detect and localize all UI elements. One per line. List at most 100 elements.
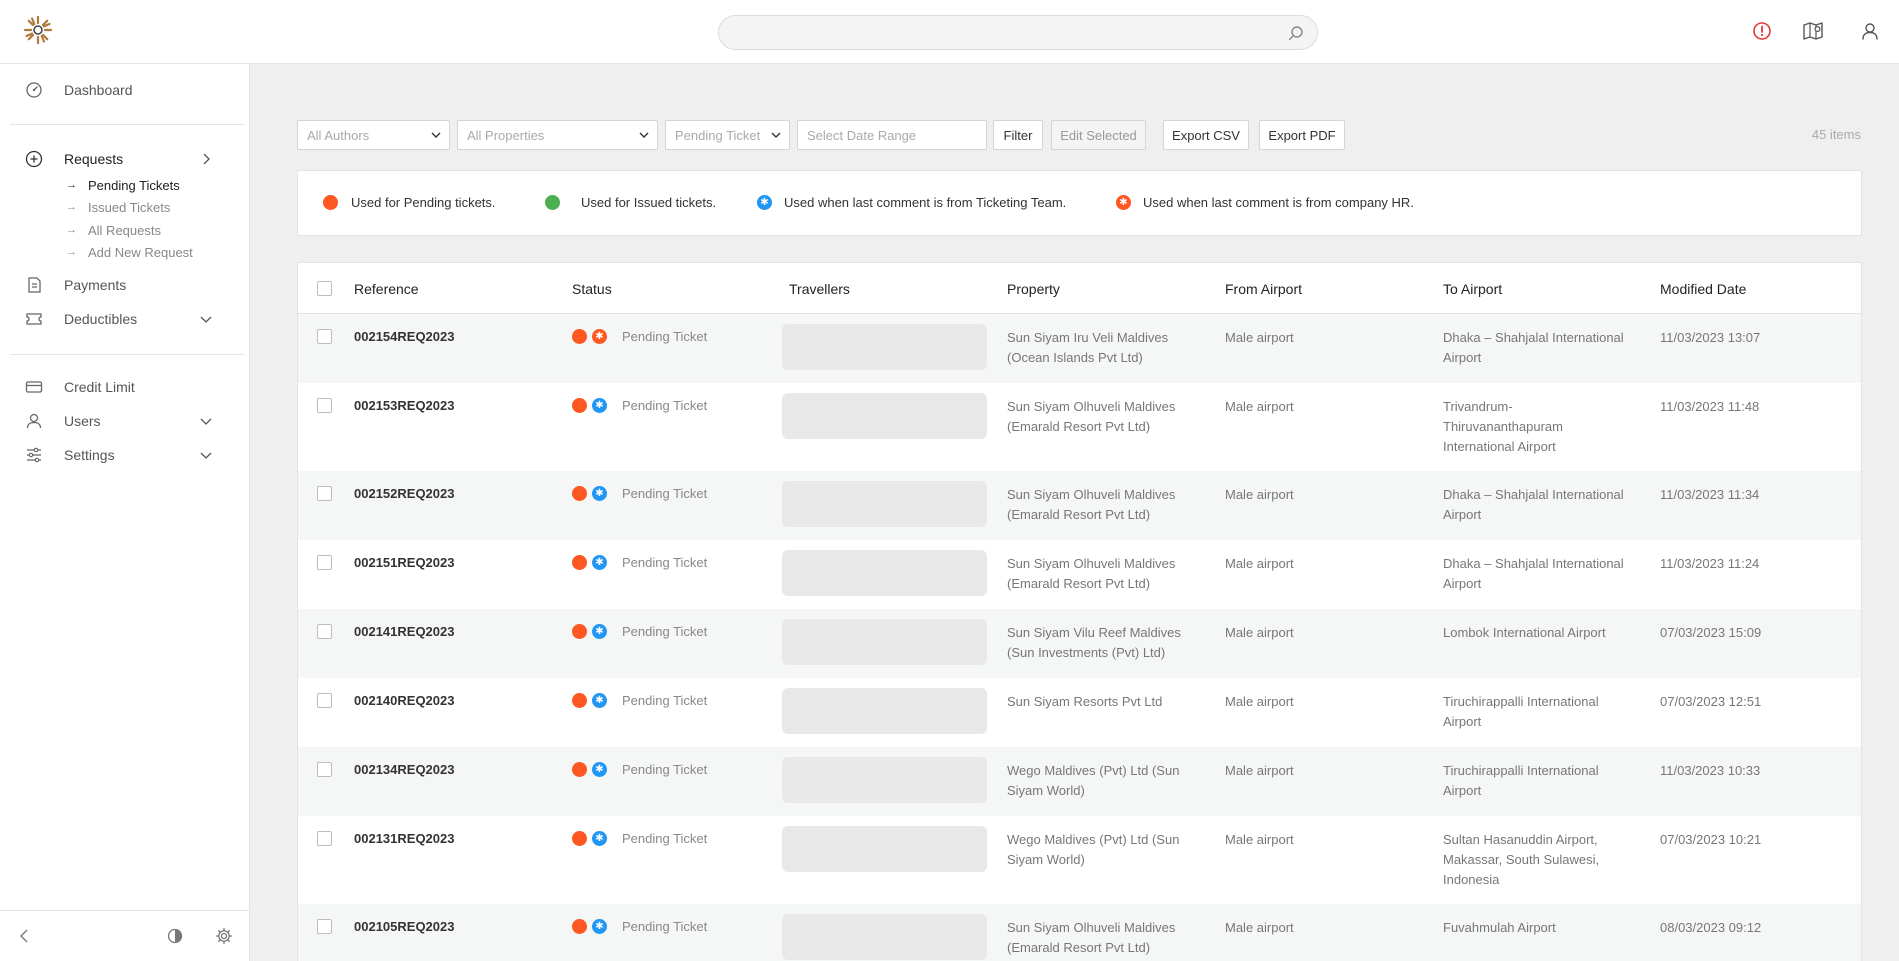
travellers-placeholder — [782, 757, 987, 803]
to-airport-cell: Tiruchirappalli International Airport — [1443, 694, 1599, 729]
collapse-sidebar-icon[interactable] — [16, 927, 34, 945]
from-airport-cell: Male airport — [1225, 920, 1294, 935]
table-row[interactable]: 002154REQ2023 ✱ Pending Ticket Sun Siyam Ir… — [298, 314, 1861, 383]
search-icon[interactable] — [1287, 24, 1305, 42]
sidebar-item-requests[interactable]: Requests — [0, 144, 250, 174]
sidebar-item-settings[interactable]: Settings — [0, 440, 250, 470]
row-checkbox[interactable] — [317, 624, 332, 639]
table-row[interactable]: 002131REQ2023 ✱ Pending Ticket Wego Maldive… — [298, 816, 1861, 904]
date-range-input[interactable]: Select Date Range — [797, 120, 987, 150]
map-icon[interactable] — [1802, 20, 1824, 42]
logo[interactable] — [22, 14, 54, 46]
chevron-right-icon[interactable] — [198, 151, 214, 167]
row-checkbox[interactable] — [317, 486, 332, 501]
column-header[interactable]: To Airport — [1443, 281, 1502, 297]
reference-link[interactable]: 002153REQ2023 — [354, 398, 454, 413]
sidebar-item-credit-limit[interactable]: Credit Limit — [0, 372, 250, 402]
reference-link[interactable]: 002105REQ2023 — [354, 919, 454, 934]
travellers-placeholder — [782, 550, 987, 596]
status-cell: ✱ Pending Ticket — [572, 329, 707, 344]
ticketing-comment-icon: ✱ — [592, 762, 607, 777]
reference-link[interactable]: 002140REQ2023 — [354, 693, 454, 708]
to-airport-cell: Trivandrum-Thiruvananthapuram Internatio… — [1443, 399, 1563, 454]
credit-card-icon — [24, 377, 44, 397]
table-header: Reference Status Travellers Property Fro… — [298, 263, 1861, 314]
search-input[interactable] — [719, 16, 1317, 49]
sidebar-item-payments[interactable]: Payments — [0, 270, 250, 300]
sidebar-subitem-pending-tickets[interactable]: → Pending Tickets — [66, 175, 180, 195]
table-row[interactable]: 002105REQ2023 ✱ Pending Ticket Sun Siyam Ol… — [298, 904, 1861, 961]
status-cell: ✱ Pending Ticket — [572, 486, 707, 501]
chevron-down-icon[interactable] — [198, 413, 214, 429]
table-row[interactable]: 002140REQ2023 ✱ Pending Ticket Sun Siyam Re… — [298, 678, 1861, 747]
to-airport-cell: Lombok International Airport — [1443, 625, 1606, 640]
column-header[interactable]: Property — [1007, 281, 1060, 297]
alert-icon[interactable] — [1751, 20, 1773, 42]
row-checkbox[interactable] — [317, 555, 332, 570]
reference-link[interactable]: 002131REQ2023 — [354, 831, 454, 846]
sidebar-subitem-add-new-request[interactable]: → Add New Request — [66, 242, 193, 262]
table-row[interactable]: 002141REQ2023 ✱ Pending Ticket Sun Siyam Vi… — [298, 609, 1861, 678]
reference-link[interactable]: 002151REQ2023 — [354, 555, 454, 570]
reference-link[interactable]: 002134REQ2023 — [354, 762, 454, 777]
arrow-right-icon: → — [66, 224, 77, 236]
modified-date-cell: 07/03/2023 10:21 — [1660, 832, 1762, 847]
from-airport-cell: Male airport — [1225, 487, 1294, 502]
export-pdf-button[interactable]: Export PDF — [1259, 120, 1345, 150]
column-header[interactable]: Travellers — [789, 281, 850, 297]
sidebar-subitem-issued-tickets[interactable]: → Issued Tickets — [66, 197, 170, 217]
legend-label: Used for Pending tickets. — [351, 195, 496, 210]
to-airport-cell: Dhaka – Shahjalal International Airport — [1443, 487, 1624, 522]
from-airport-cell: Male airport — [1225, 694, 1294, 709]
chevron-down-icon[interactable] — [198, 311, 214, 327]
modified-date-cell: 11/03/2023 11:24 — [1660, 556, 1760, 571]
column-header[interactable]: Reference — [354, 281, 419, 297]
modified-date-cell: 11/03/2023 11:48 — [1660, 399, 1760, 414]
pending-dot-icon — [572, 762, 587, 777]
export-csv-button[interactable]: Export CSV — [1163, 120, 1249, 150]
row-checkbox[interactable] — [317, 329, 332, 344]
table-row[interactable]: 002151REQ2023 ✱ Pending Ticket Sun Siyam Ol… — [298, 540, 1861, 609]
column-header[interactable]: Status — [572, 281, 612, 297]
sidebar-item-label: Users — [64, 413, 101, 429]
row-checkbox[interactable] — [317, 693, 332, 708]
user-profile-icon[interactable] — [1859, 20, 1881, 42]
row-checkbox[interactable] — [317, 762, 332, 777]
travellers-placeholder — [782, 324, 987, 370]
property-cell: Wego Maldives (Pvt) Ltd (Sun Siyam World… — [1007, 763, 1180, 798]
column-header[interactable]: From Airport — [1225, 281, 1302, 297]
top-bar — [0, 0, 1899, 64]
contrast-toggle-icon[interactable] — [166, 927, 184, 945]
table-row[interactable]: 002152REQ2023 ✱ Pending Ticket Sun Siyam Ol… — [298, 471, 1861, 540]
column-header[interactable]: Modified Date — [1660, 281, 1746, 297]
filter-button[interactable]: Filter — [993, 120, 1043, 150]
select-all-checkbox[interactable] — [317, 281, 332, 296]
status-text: Pending Ticket — [622, 693, 708, 708]
row-checkbox[interactable] — [317, 919, 332, 934]
property-cell: Sun Siyam Vilu Reef Maldives (Sun Invest… — [1007, 625, 1181, 660]
sidebar-subitem-all-requests[interactable]: → All Requests — [66, 220, 161, 240]
travellers-placeholder — [782, 619, 987, 665]
gear-icon[interactable] — [215, 927, 233, 945]
reference-link[interactable]: 002152REQ2023 — [354, 486, 454, 501]
legend-hr: ✱ Used when last comment is from company… — [1116, 195, 1414, 210]
authors-select[interactable]: All Authors — [297, 120, 450, 150]
row-checkbox[interactable] — [317, 398, 332, 413]
sidebar-item-deductibles[interactable]: Deductibles — [0, 304, 250, 334]
sidebar-subitem-label: Issued Tickets — [88, 199, 171, 215]
reference-link[interactable]: 002154REQ2023 — [354, 329, 454, 344]
sidebar-item-dashboard[interactable]: Dashboard — [0, 75, 250, 105]
sidebar-item-users[interactable]: Users — [0, 406, 250, 436]
table-row[interactable]: 002134REQ2023 ✱ Pending Ticket Wego Maldive… — [298, 747, 1861, 816]
edit-selected-button[interactable]: Edit Selected — [1051, 120, 1146, 150]
reference-link[interactable]: 002141REQ2023 — [354, 624, 454, 639]
from-airport-cell: Male airport — [1225, 625, 1294, 640]
table-row[interactable]: 002153REQ2023 ✱ Pending Ticket Sun Siyam Ol… — [298, 383, 1861, 471]
status-select[interactable]: Pending Ticket — [665, 120, 790, 150]
chevron-down-icon[interactable] — [198, 447, 214, 463]
modified-date-cell: 07/03/2023 12:51 — [1660, 694, 1762, 709]
row-checkbox[interactable] — [317, 831, 332, 846]
user-icon — [24, 411, 44, 431]
properties-select[interactable]: All Properties — [457, 120, 658, 150]
pending-dot-icon — [572, 398, 587, 413]
